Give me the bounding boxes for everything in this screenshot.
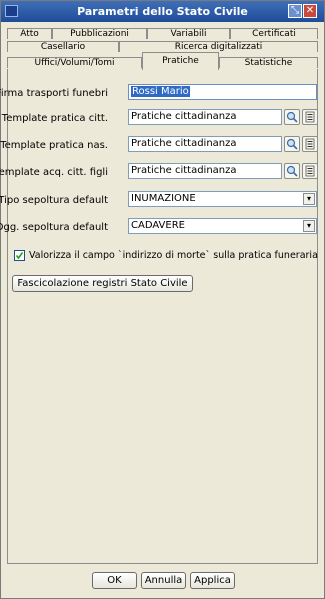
annulla-button[interactable]: Annulla (141, 572, 186, 589)
title-bar[interactable]: Parametri dello Stato Civile ⤡ ✕ (1, 1, 324, 22)
chevron-down-icon[interactable]: ▾ (303, 193, 315, 205)
window-title: Parametri dello Stato Civile (77, 5, 248, 18)
tpl-nas-label: Template pratica nas. (0, 140, 108, 151)
ok-button[interactable]: OK (92, 572, 137, 589)
tab-casellario[interactable]: Casellario (7, 41, 119, 52)
tab-certificati[interactable]: Certificati (230, 28, 318, 39)
tab-row-1: Atto Pubblicazioni Variabili Certificati (7, 28, 318, 39)
close-icon[interactable]: ✕ (303, 4, 317, 18)
tab-row-3: Uffici/Volumi/Tomi Pratiche Statistiche (7, 52, 318, 70)
tpl-acq-input[interactable]: Pratiche cittadinanza (128, 163, 282, 179)
chevron-down-icon[interactable]: ▾ (303, 220, 315, 232)
tab-statistiche[interactable]: Statistiche (219, 57, 318, 68)
tab-row-2: Casellario Ricerca digitalizzati (7, 41, 318, 52)
list-icon[interactable] (302, 136, 318, 152)
firma-value: Rossi Mario (131, 86, 190, 97)
tab-variabili[interactable]: Variabili (147, 28, 230, 39)
restore-icon[interactable]: ⤡ (288, 4, 302, 18)
ogg-sepoltura-select[interactable]: CADAVERE ▾ (128, 218, 317, 234)
tab-pubblicazioni[interactable]: Pubblicazioni (52, 28, 147, 39)
tab-ricerca-digitalizzati[interactable]: Ricerca digitalizzati (119, 41, 318, 52)
list-icon[interactable] (302, 163, 318, 179)
tipo-sepoltura-label: Tipo sepoltura default (0, 195, 108, 206)
tpl-citt-input[interactable]: Pratiche cittadinanza (128, 109, 282, 125)
tab-atto[interactable]: Atto (7, 28, 52, 39)
tab-uffici-volumi-tomi[interactable]: Uffici/Volumi/Tomi (7, 57, 142, 68)
ogg-sepoltura-value: CADAVERE (131, 220, 185, 231)
tipo-sepoltura-value: INUMAZIONE (131, 193, 196, 204)
search-icon[interactable] (284, 136, 300, 152)
dialog-window: Parametri dello Stato Civile ⤡ ✕ Atto Pu… (0, 0, 325, 599)
tipo-sepoltura-select[interactable]: INUMAZIONE ▾ (128, 191, 317, 207)
applica-button[interactable]: Applica (190, 572, 235, 589)
search-icon[interactable] (284, 163, 300, 179)
list-icon[interactable] (302, 109, 318, 125)
indirizzo-morte-label: Valorizza il campo `indirizzo di morte` … (29, 250, 318, 261)
search-icon[interactable] (284, 109, 300, 125)
fascicolazione-button[interactable]: Fascicolazione registri Stato Civile (12, 275, 193, 292)
tab-pratiche[interactable]: Pratiche (142, 52, 219, 70)
indirizzo-morte-checkbox[interactable] (14, 250, 25, 261)
tpl-nas-input[interactable]: Pratiche cittadinanza (128, 136, 282, 152)
firma-label: Firma trasporti funebri (0, 88, 108, 99)
tab-panel-pratiche: Firma trasporti funebri Rossi Mario Temp… (0, 69, 318, 564)
ogg-sepoltura-label: Ogg. sepoltura default (0, 222, 108, 233)
firma-input[interactable]: Rossi Mario (128, 84, 317, 100)
tpl-citt-label: Template pratica citt. (1, 113, 108, 124)
tpl-acq-label: Template acq. citt. figli (0, 167, 108, 178)
